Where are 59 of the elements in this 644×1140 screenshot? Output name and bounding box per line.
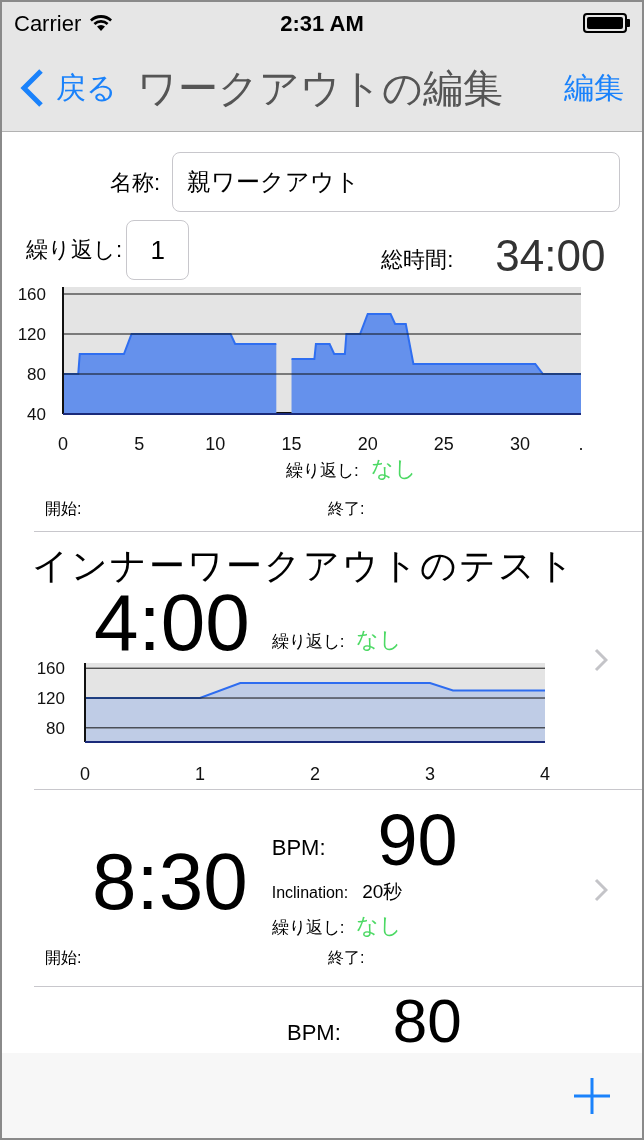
name-input-field[interactable]: 親ワークアウト: [172, 152, 621, 212]
repeat-value: なし: [356, 626, 403, 654]
end-label: 終了:: [328, 499, 365, 519]
x-tick-label: 20: [357, 434, 378, 454]
y-tick-label: 120: [36, 689, 65, 709]
repeat-label: 繰り返し:: [271, 631, 345, 653]
bpm-value: 90: [377, 808, 458, 872]
x-tick-label: 10: [205, 434, 226, 454]
carrier: Carrier: [14, 9, 82, 38]
total-time-label: 総時間:: [381, 246, 454, 274]
repeat-value: なし: [356, 911, 403, 940]
x-tick-label: 0: [80, 764, 90, 784]
x-tick-label: 2: [310, 764, 320, 784]
x-tick-label: 1: [195, 764, 205, 784]
add-button[interactable]: [572, 1075, 612, 1116]
repeat-label: 繰り返し:: [271, 916, 345, 939]
y-tick-label: 160: [17, 285, 46, 304]
clock: 2:31 AM: [280, 9, 364, 38]
screen-title: ワークアウトの編集: [137, 64, 503, 112]
back-chevron-icon: [20, 67, 44, 108]
bpm-label: BPM:: [287, 1021, 341, 1045]
x-tick-label: 3: [425, 764, 435, 784]
workout-row[interactable]: インナーワークアウトのテスト 4:00 繰り返し: なし 80 120 160 0 1 2 3 4: [34, 532, 642, 790]
duration: 4:00: [94, 588, 250, 658]
bpm-label: BPM:: [271, 834, 326, 862]
chevron-icon: [594, 878, 608, 902]
bpm-value: 80: [392, 993, 462, 1049]
workout-title: インナーワークアウトのテスト: [32, 544, 577, 588]
chevron-icon: [594, 648, 608, 672]
total-time-value: 34:00: [495, 232, 606, 280]
x-tick-label: 5: [134, 434, 145, 454]
interval-row[interactable]: BPM: 80: [34, 993, 642, 1053]
y-tick-label: 40: [27, 405, 46, 424]
inclination-value: 20秒: [362, 880, 403, 904]
y-tick-label: 160: [36, 660, 65, 679]
start-label: 開始:: [45, 947, 83, 968]
x-tick-label: 15: [281, 434, 302, 454]
repeat-count-field[interactable]: 1: [126, 220, 190, 280]
x-tick-label: 25: [433, 434, 454, 454]
battery-icon: [583, 13, 630, 33]
repeat-label: 繰り返し:: [286, 460, 359, 482]
interval-row[interactable]: 8:30 BPM: 90 Inclination: 20秒 繰り返し: なし 開始: 終了:: [34, 790, 642, 987]
x-tick-label: 0: [58, 434, 68, 454]
repeat-count-label: 繰り返し:: [26, 236, 123, 264]
start-label: 開始:: [45, 499, 83, 519]
repeat-value: なし: [370, 455, 417, 483]
plus-icon: [574, 1077, 610, 1114]
name-label: 名称:: [110, 168, 161, 197]
duration: 8:30: [92, 842, 248, 928]
wifi-icon: [89, 14, 114, 32]
x-tick-label: 30: [510, 434, 531, 454]
y-tick-label: 80: [46, 718, 65, 738]
gap-marker: [276, 412, 292, 415]
x-tick-label: .: [578, 434, 584, 454]
y-tick-label: 80: [27, 365, 46, 384]
end-label: 終了:: [328, 947, 365, 968]
x-tick-label: 4: [540, 764, 550, 784]
inclination-label: Inclination:: [271, 883, 349, 903]
y-tick-label: 120: [17, 325, 46, 344]
